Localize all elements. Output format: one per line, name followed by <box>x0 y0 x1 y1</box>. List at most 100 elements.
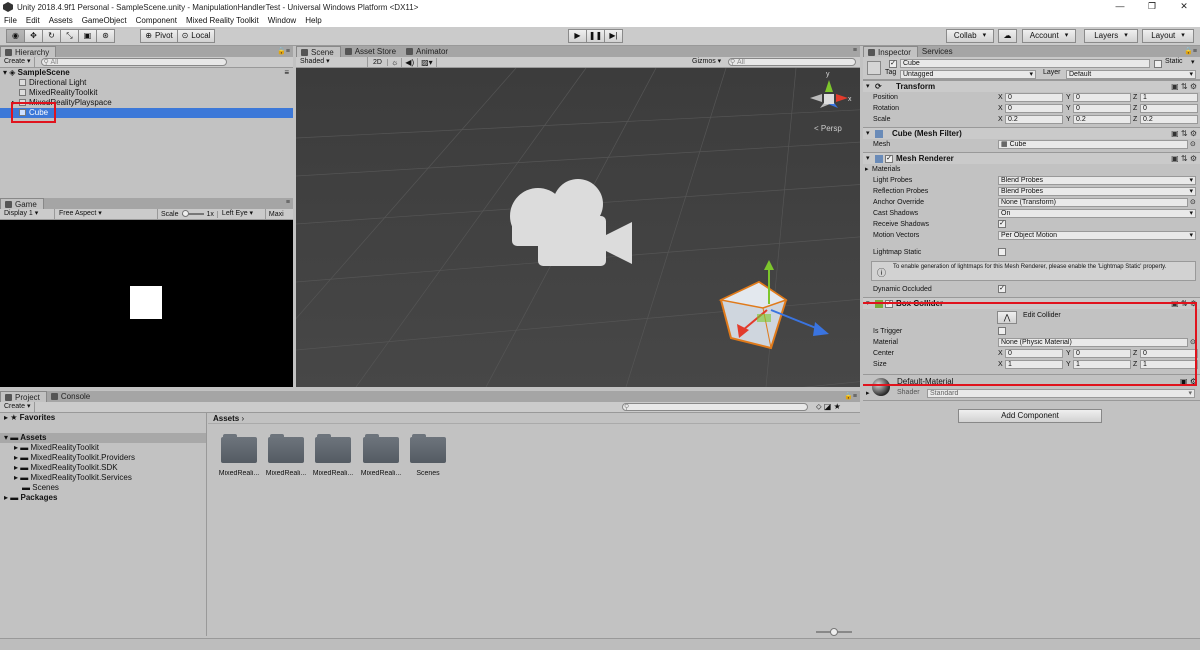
panel-menu-icon[interactable]: 🔒≡ <box>844 392 857 400</box>
hierarchy-item-directional-light[interactable]: Directional Light <box>0 78 293 88</box>
tab-hierarchy[interactable]: Hierarchy <box>0 46 57 57</box>
folder-tile[interactable]: MixedReali... <box>266 434 306 477</box>
local-toggle[interactable]: ⊙ Local <box>177 29 215 43</box>
hierarchy-create-dropdown[interactable]: Create <box>0 57 36 67</box>
tag-dropdown[interactable]: Untagged <box>900 70 1036 79</box>
project-tree-item[interactable]: ▸ ▬ MixedRealityToolkit <box>0 443 206 453</box>
layers-dropdown[interactable]: Layers <box>1084 29 1138 43</box>
scale-slider-thumb[interactable] <box>181 210 189 217</box>
maximize-on-play[interactable]: Maxi <box>266 211 284 218</box>
mesh-field[interactable]: ▦ Cube <box>998 140 1188 149</box>
display-dropdown[interactable]: Display 1 <box>0 209 55 219</box>
scene-root-row[interactable]: ▾ ◈ SampleScene ≡ <box>0 68 293 78</box>
motion-vectors-dropdown[interactable]: Per Object Motion <box>998 231 1196 240</box>
tab-asset-store[interactable]: Asset Store <box>341 46 402 57</box>
mesh-renderer-enabled-checkbox[interactable]: ✓ <box>885 155 893 163</box>
scene-search-input[interactable]: ⚲ All <box>728 58 856 66</box>
pivot-toggle[interactable]: ⊕ Pivot <box>140 29 178 43</box>
folder-tile[interactable]: MixedReali... <box>313 434 353 477</box>
layer-dropdown[interactable]: Default <box>1066 70 1196 79</box>
scene-viewport[interactable]: y x < Persp <box>296 68 860 387</box>
close-button[interactable]: ✕ <box>1168 0 1200 14</box>
rect-tool-button[interactable]: ▣ <box>78 29 97 43</box>
project-tree-item[interactable]: ▸ ▬ MixedRealityToolkit.SDK <box>0 463 206 473</box>
account-dropdown[interactable]: Account <box>1022 29 1076 43</box>
project-tree-item[interactable]: ▸ ▬ MixedRealityToolkit.Services <box>0 473 206 483</box>
static-dropdown-icon[interactable]: ▾ <box>1191 58 1195 66</box>
play-button[interactable]: ▶ <box>568 29 587 43</box>
panel-menu-icon[interactable]: 🔒≡ <box>1184 47 1197 55</box>
panel-menu-icon[interactable]: 🔒≡ <box>277 47 290 55</box>
scale-x-field[interactable]: 0.2 <box>1005 115 1063 124</box>
static-checkbox[interactable] <box>1154 60 1162 68</box>
lightmap-static-checkbox[interactable] <box>998 248 1006 256</box>
scale-y-field[interactable]: 0.2 <box>1073 115 1131 124</box>
project-tree-item[interactable]: ▸ ▬ MixedRealityToolkit.Providers <box>0 453 206 463</box>
folder-tile[interactable]: MixedReali... <box>219 434 259 477</box>
dynamic-occluded-checkbox[interactable]: ✓ <box>998 285 1006 293</box>
breadcrumb-assets[interactable]: Assets <box>213 414 239 423</box>
tab-inspector[interactable]: Inspector <box>863 46 918 57</box>
light-probes-dropdown[interactable]: Blend Probes <box>998 176 1196 185</box>
scale-slider[interactable] <box>181 210 204 217</box>
object-picker-icon[interactable]: ⊙ <box>1190 139 1196 150</box>
receive-shadows-checkbox[interactable]: ✓ <box>998 220 1006 228</box>
panel-menu-icon[interactable]: ≡ <box>853 47 857 54</box>
active-checkbox[interactable]: ✓ <box>889 60 897 68</box>
cast-shadows-dropdown[interactable]: On <box>998 209 1196 218</box>
transform-tool-button[interactable]: ⊛ <box>96 29 115 43</box>
project-create-dropdown[interactable]: Create <box>0 402 36 412</box>
object-picker-icon[interactable]: ⊙ <box>1190 197 1196 208</box>
move-tool-button[interactable]: ✥ <box>24 29 43 43</box>
mesh-renderer-header[interactable]: ▾ ✓ Mesh Renderer ▣ ⇅ ⚙ <box>863 152 1200 164</box>
add-component-button[interactable]: Add Component <box>958 409 1102 423</box>
reflection-probes-dropdown[interactable]: Blend Probes <box>998 187 1196 196</box>
menu-component[interactable]: Component <box>136 16 177 25</box>
gizmos-dropdown[interactable]: Gizmos ▾ <box>692 57 721 67</box>
menu-assets[interactable]: Assets <box>49 16 73 25</box>
filter-icons[interactable]: ⬦ ◪ ★ <box>816 402 841 412</box>
tab-animator[interactable]: Animator <box>402 46 454 57</box>
2d-toggle[interactable]: 2D <box>368 58 388 66</box>
cloud-button[interactable]: ☁ <box>998 29 1017 43</box>
rotation-z-field[interactable]: 0 <box>1140 104 1198 113</box>
rotation-x-field[interactable]: 0 <box>1005 104 1063 113</box>
perspective-label[interactable]: < Persp <box>814 124 842 133</box>
zoom-slider[interactable] <box>816 628 852 636</box>
anchor-override-field[interactable]: None (Transform) <box>998 198 1188 207</box>
audio-toggle-icon[interactable]: ◀) <box>402 57 419 67</box>
eye-dropdown[interactable]: Left Eye <box>218 209 266 219</box>
project-search-input[interactable]: ⚲ <box>622 403 808 411</box>
object-name-field[interactable]: Cube <box>900 59 1150 68</box>
menu-help[interactable]: Help <box>305 16 321 25</box>
menu-edit[interactable]: Edit <box>26 16 40 25</box>
folder-tile[interactable]: Scenes <box>410 434 446 477</box>
scale-tool-button[interactable]: ⤡ <box>60 29 79 43</box>
tab-project[interactable]: Project <box>0 391 47 402</box>
position-z-field[interactable]: 1 <box>1140 93 1198 102</box>
effects-toggle-icon[interactable]: ▨▾ <box>418 57 437 67</box>
mesh-filter-header[interactable]: ▾ Cube (Mesh Filter) ▣ ⇅ ⚙ <box>863 127 1200 139</box>
favorites-row[interactable]: ▸ ★ Favorites <box>0 413 206 423</box>
pause-button[interactable]: ❚❚ <box>586 29 605 43</box>
zoom-slider-thumb[interactable] <box>830 628 838 636</box>
rotation-y-field[interactable]: 0 <box>1073 104 1131 113</box>
hierarchy-item-mrtk[interactable]: MixedRealityToolkit <box>0 88 293 98</box>
hierarchy-search-input[interactable]: ⚲ All <box>41 58 228 66</box>
scale-z-field[interactable]: 0.2 <box>1140 115 1198 124</box>
shading-mode-dropdown[interactable]: Shaded <box>296 57 368 67</box>
menu-window[interactable]: Window <box>268 16 296 25</box>
minimize-button[interactable]: — <box>1104 0 1136 14</box>
materials-row[interactable]: ▸ Materials <box>863 164 1200 175</box>
hand-tool-button[interactable]: ◉ <box>6 29 25 43</box>
position-x-field[interactable]: 0 <box>1005 93 1063 102</box>
layout-dropdown[interactable]: Layout <box>1142 29 1194 43</box>
shader-dropdown[interactable]: Standard <box>927 389 1195 398</box>
lighting-toggle-icon[interactable]: ☼ <box>388 57 403 67</box>
menu-mrtk[interactable]: Mixed Reality Toolkit <box>186 16 259 25</box>
collab-dropdown[interactable]: Collab <box>946 29 994 43</box>
maximize-button[interactable]: ❐ <box>1136 0 1168 14</box>
scene-menu-icon[interactable]: ≡ <box>284 68 289 78</box>
menu-gameobject[interactable]: GameObject <box>82 16 127 25</box>
tab-console[interactable]: Console <box>47 391 96 402</box>
